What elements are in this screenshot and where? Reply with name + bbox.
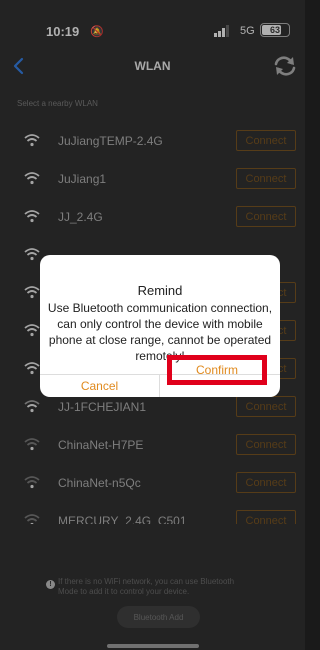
cancel-button[interactable]: Cancel [40,375,159,397]
remind-dialog: Remind Use Bluetooth communication conne… [40,255,280,397]
dialog-title: Remind [137,283,183,298]
dialog-button-divider [159,375,160,397]
confirm-button[interactable]: Confirm [167,355,267,385]
wlan-screen: 10:19 🔕 5G 63 WLAN Select a nearby WLAN [0,0,305,650]
battery-level: 63 [269,25,280,35]
